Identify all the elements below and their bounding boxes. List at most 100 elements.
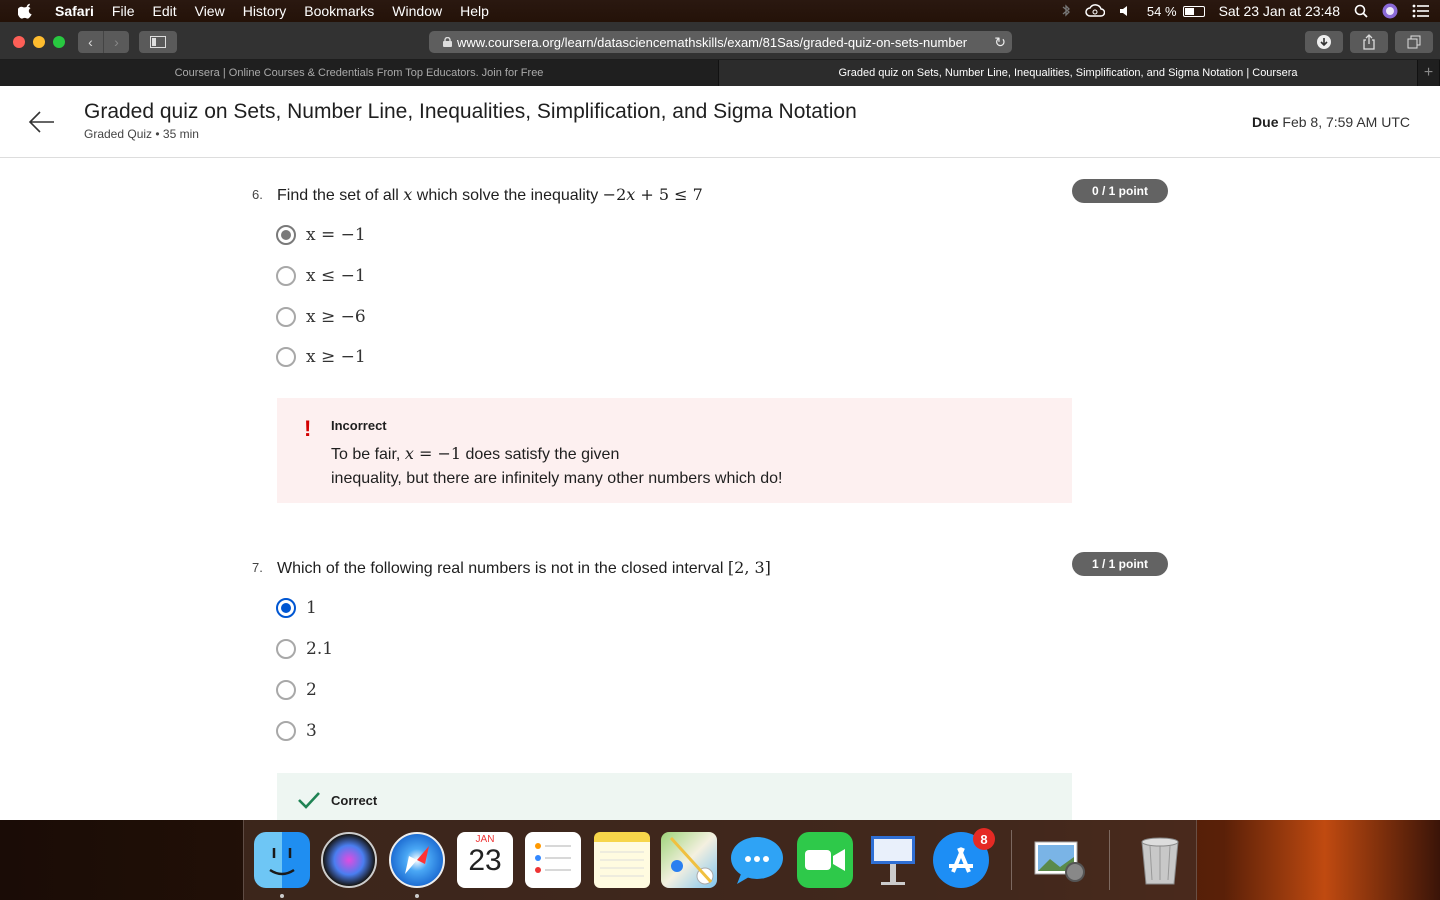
battery-status[interactable]: 54 % bbox=[1147, 4, 1205, 19]
finder-face-icon bbox=[269, 848, 295, 876]
minimize-window-button[interactable] bbox=[33, 36, 45, 48]
score-badge: 0 / 1 point bbox=[1072, 179, 1168, 203]
answer-option[interactable]: 1 bbox=[276, 596, 317, 620]
menu-clock[interactable]: Sat 23 Jan at 23:48 bbox=[1219, 3, 1340, 19]
menu-help[interactable]: Help bbox=[451, 3, 498, 19]
menu-bar: Safari File Edit View History Bookmarks … bbox=[0, 0, 1440, 22]
feedback-incorrect: ! Incorrect To be fair, x = −1 does sati… bbox=[277, 398, 1072, 503]
menu-history[interactable]: History bbox=[234, 3, 296, 19]
forward-button[interactable]: › bbox=[103, 31, 129, 53]
creative-cloud-icon[interactable] bbox=[1085, 4, 1105, 18]
sidebar-toggle-button[interactable] bbox=[139, 31, 177, 53]
inline-math-eq: x = −1 bbox=[404, 444, 462, 463]
dock-separator bbox=[1011, 830, 1012, 890]
due-date: Due Feb 8, 7:59 AM UTC bbox=[1252, 114, 1410, 130]
notes-lines-icon bbox=[600, 851, 644, 877]
answer-option[interactable]: x = −1 bbox=[276, 223, 366, 247]
list-icon bbox=[535, 843, 571, 873]
tab-bar: Coursera | Online Courses & Credentials … bbox=[0, 60, 1440, 86]
back-forward-group: ‹ › bbox=[78, 31, 129, 53]
apple-icon[interactable] bbox=[18, 3, 34, 19]
answer-option[interactable]: x ≥ −6 bbox=[276, 305, 366, 329]
radio-button[interactable] bbox=[276, 307, 296, 327]
new-tab-button[interactable]: + bbox=[1418, 60, 1440, 86]
finder-icon[interactable] bbox=[254, 832, 310, 888]
radio-button[interactable] bbox=[276, 721, 296, 741]
tab-graded-quiz[interactable]: Graded quiz on Sets, Number Line, Inequa… bbox=[719, 60, 1418, 86]
answer-option[interactable]: 2 bbox=[276, 678, 317, 702]
answer-option[interactable]: 3 bbox=[276, 719, 317, 743]
radio-button[interactable] bbox=[276, 598, 296, 618]
battery-percent: 54 % bbox=[1146, 3, 1177, 19]
back-arrow-icon[interactable] bbox=[28, 110, 56, 134]
speech-bubble-icon bbox=[731, 837, 783, 884]
inline-math-interval: [2, 3] bbox=[727, 558, 771, 577]
keynote-icon[interactable] bbox=[865, 832, 921, 888]
answer-option[interactable]: x ≥ −1 bbox=[276, 345, 366, 369]
share-icon bbox=[1363, 34, 1375, 50]
tab-coursera-home[interactable]: Coursera | Online Courses & Credentials … bbox=[0, 60, 719, 86]
trash-bin-icon bbox=[1141, 837, 1179, 885]
question-text: Find the set of all x which solve the in… bbox=[277, 185, 703, 204]
due-label: Due bbox=[1252, 114, 1279, 130]
notification-center-icon[interactable] bbox=[1412, 4, 1430, 18]
option-label: 2.1 bbox=[306, 639, 334, 659]
question-number: 7. bbox=[252, 560, 263, 575]
menu-bookmarks[interactable]: Bookmarks bbox=[295, 3, 383, 19]
sidebar-icon bbox=[150, 36, 166, 48]
battery-level-fill bbox=[1184, 7, 1195, 15]
inline-math-var: x bbox=[403, 185, 413, 204]
facetime-icon[interactable] bbox=[797, 832, 853, 888]
back-button[interactable]: ‹ bbox=[78, 31, 103, 53]
due-value: Feb 8, 7:59 AM UTC bbox=[1282, 114, 1410, 130]
notification-badge: 8 bbox=[973, 828, 995, 850]
tabs-icon bbox=[1407, 35, 1421, 49]
answer-option[interactable]: x ≤ −1 bbox=[276, 264, 366, 288]
tab-overview-button[interactable] bbox=[1395, 31, 1433, 53]
option-label: 3 bbox=[306, 721, 317, 741]
siri-icon[interactable] bbox=[1382, 3, 1398, 19]
preview-icon[interactable] bbox=[1031, 832, 1087, 888]
radio-button[interactable] bbox=[276, 639, 296, 659]
close-window-button[interactable] bbox=[13, 36, 25, 48]
safari-icon[interactable] bbox=[389, 832, 445, 888]
menu-safari[interactable]: Safari bbox=[46, 3, 103, 19]
radio-button[interactable] bbox=[276, 225, 296, 245]
answer-option[interactable]: 2.1 bbox=[276, 637, 333, 661]
spotlight-search-icon[interactable] bbox=[1354, 4, 1368, 18]
question-number: 6. bbox=[252, 187, 263, 202]
zoom-window-button[interactable] bbox=[53, 36, 65, 48]
score-badge: 1 / 1 point bbox=[1072, 552, 1168, 576]
quiz-header: Graded quiz on Sets, Number Line, Inequa… bbox=[0, 86, 1440, 158]
reload-icon[interactable]: ↻ bbox=[994, 34, 1006, 51]
siri-dock-icon[interactable] bbox=[321, 832, 377, 888]
address-bar[interactable]: www.coursera.org/learn/datasciencemathsk… bbox=[429, 31, 1012, 53]
menu-view[interactable]: View bbox=[186, 3, 234, 19]
maps-icon[interactable] bbox=[661, 832, 717, 888]
dock-separator bbox=[1109, 830, 1110, 890]
radio-button[interactable] bbox=[276, 680, 296, 700]
messages-icon[interactable] bbox=[729, 832, 785, 888]
notes-icon[interactable] bbox=[594, 832, 650, 888]
feedback-line1-post: does satisfy the given bbox=[465, 446, 620, 463]
reminders-icon[interactable] bbox=[525, 832, 581, 888]
trash-icon[interactable] bbox=[1132, 832, 1188, 888]
option-label: x ≥ −6 bbox=[306, 307, 366, 327]
menu-window[interactable]: Window bbox=[383, 3, 451, 19]
radio-button[interactable] bbox=[276, 347, 296, 367]
menu-edit[interactable]: Edit bbox=[143, 3, 185, 19]
calendar-icon[interactable]: JAN 23 bbox=[457, 832, 513, 888]
radio-button[interactable] bbox=[276, 266, 296, 286]
question-prompt: Which of the following real numbers is n… bbox=[277, 560, 724, 577]
exclamation-icon: ! bbox=[304, 416, 312, 441]
bluetooth-icon[interactable] bbox=[1061, 4, 1071, 18]
running-indicator bbox=[280, 894, 284, 898]
option-label: x ≤ −1 bbox=[306, 266, 366, 286]
menu-file[interactable]: File bbox=[103, 3, 144, 19]
share-button[interactable] bbox=[1350, 31, 1388, 53]
downloads-button[interactable] bbox=[1305, 31, 1343, 53]
option-label: 1 bbox=[306, 598, 317, 618]
volume-icon[interactable] bbox=[1119, 4, 1133, 18]
feedback-body: To be fair, x = −1 does satisfy the give… bbox=[331, 442, 783, 491]
podium-icon bbox=[871, 836, 915, 885]
